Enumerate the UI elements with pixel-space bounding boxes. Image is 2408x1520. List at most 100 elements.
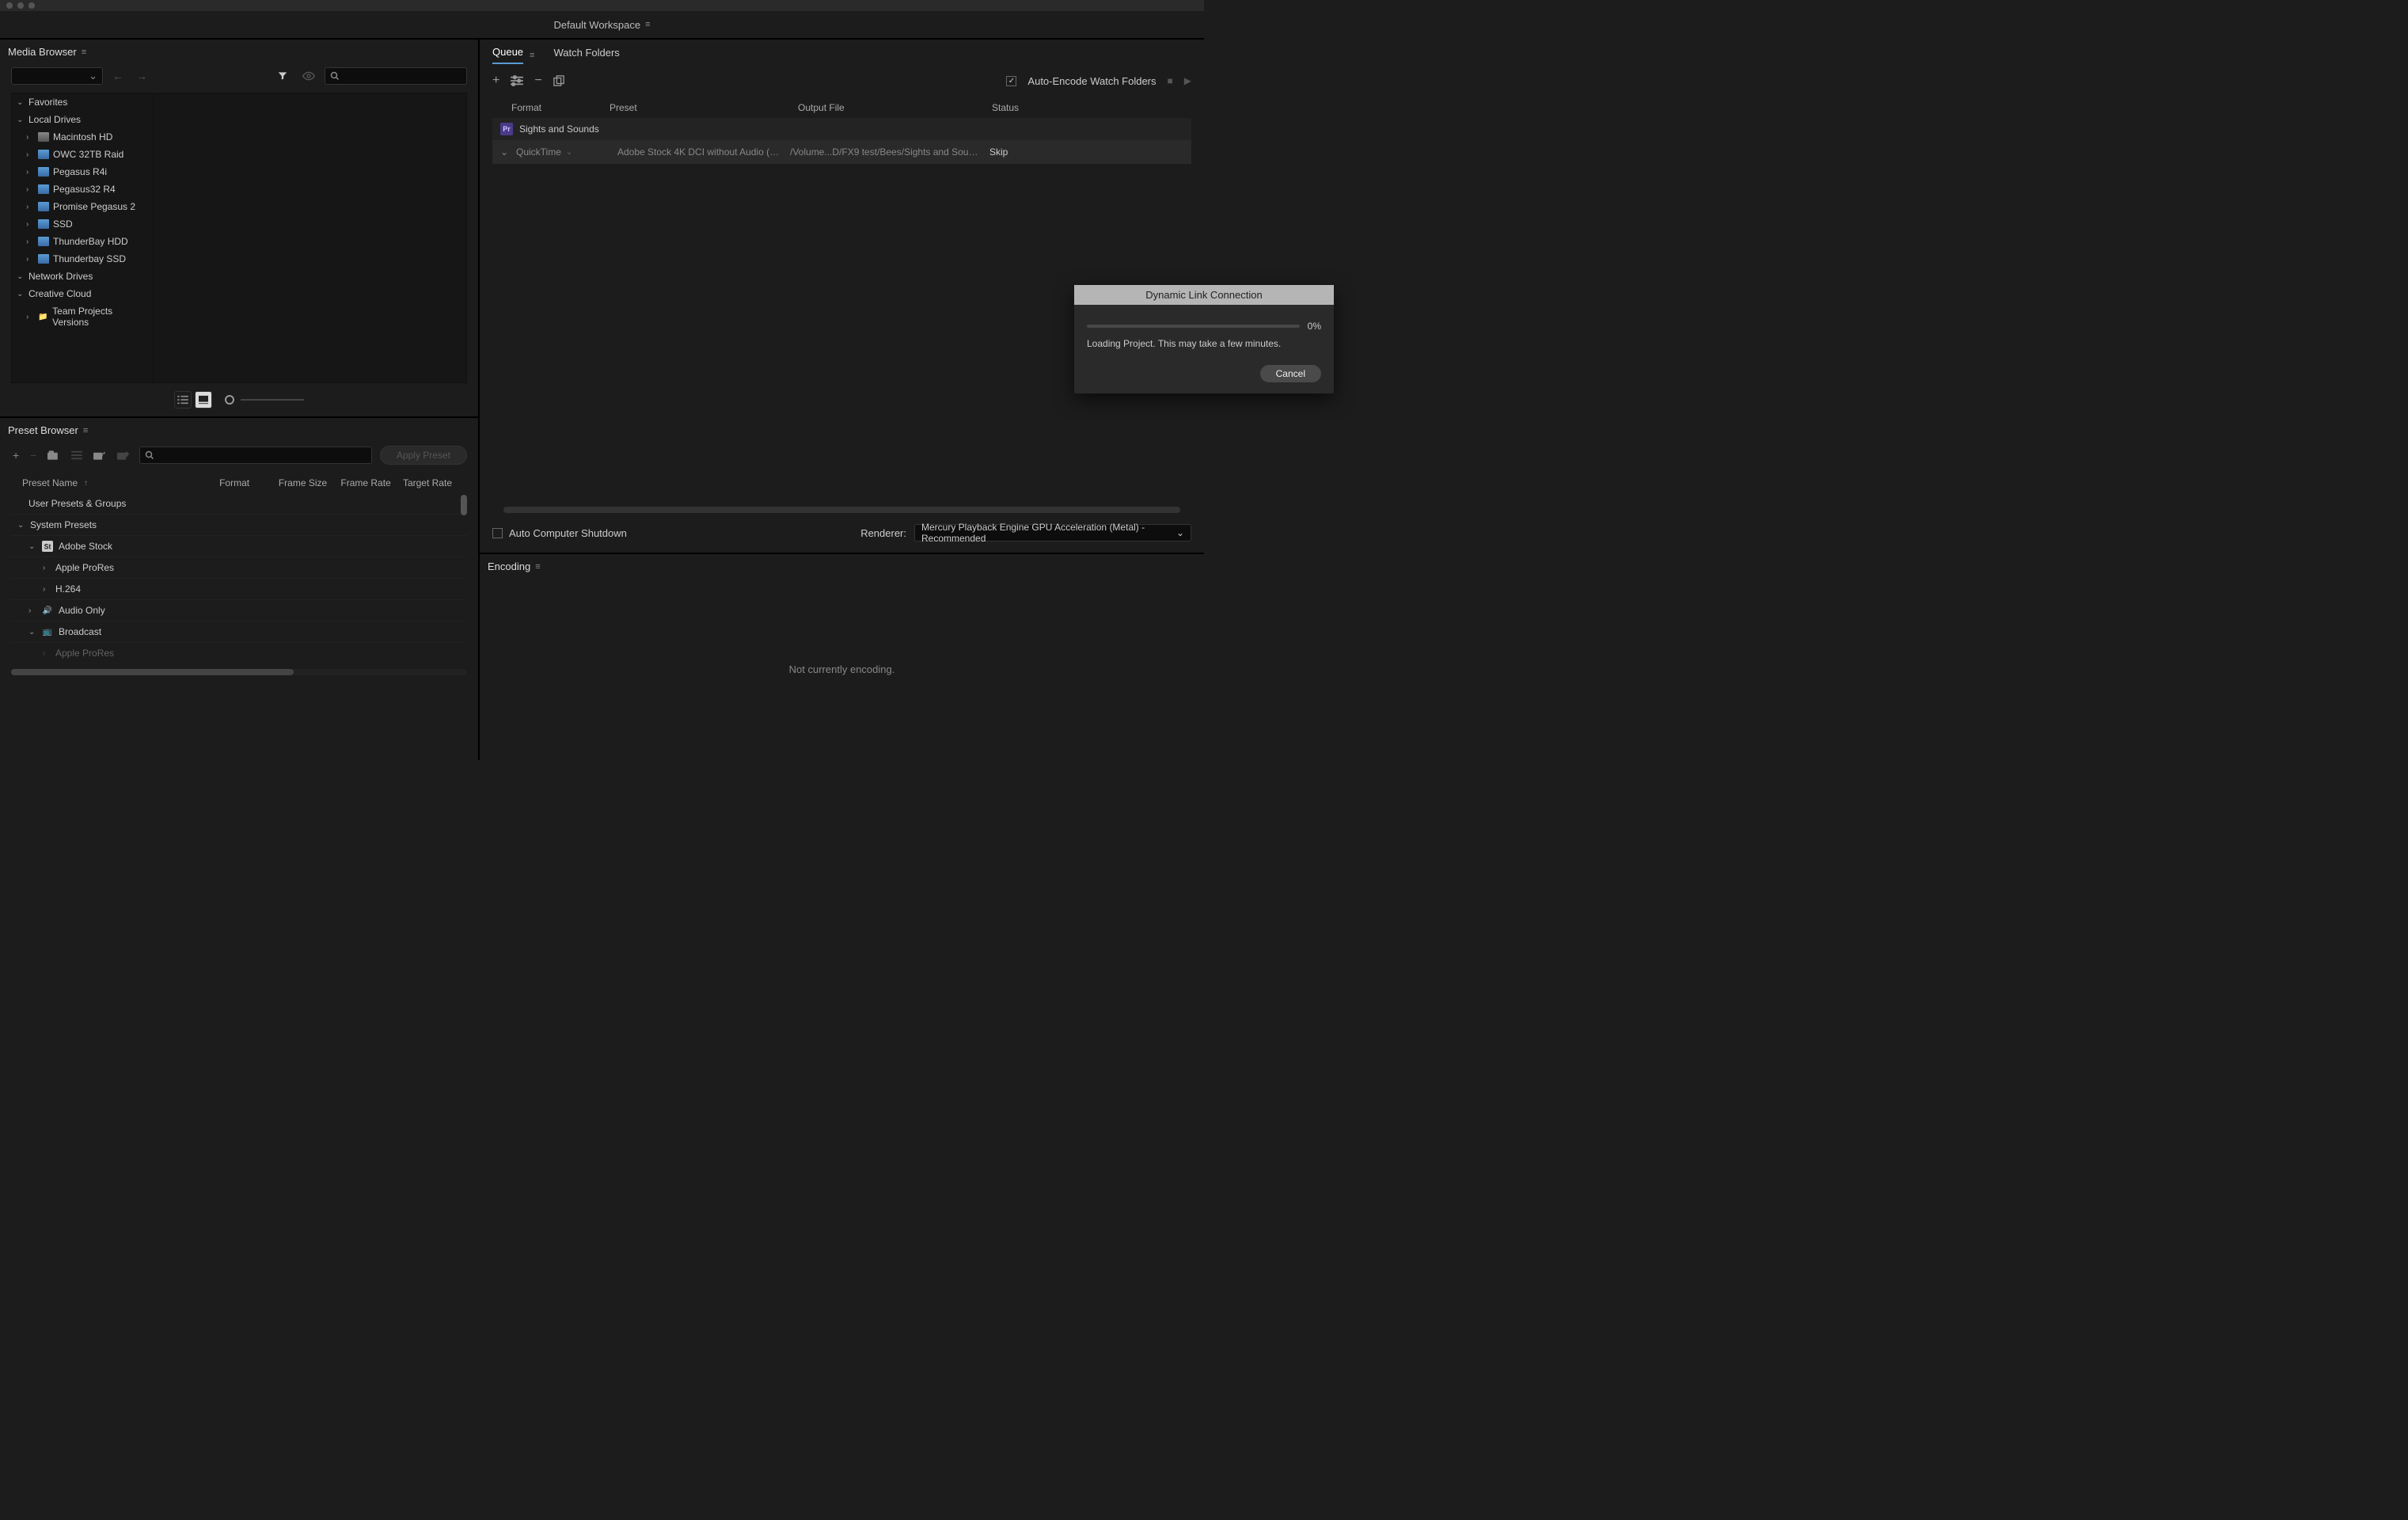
col-frame-rate[interactable]: Frame Rate <box>340 477 403 488</box>
col-format[interactable]: Format <box>219 477 279 488</box>
cancel-button[interactable]: Cancel <box>1260 365 1321 382</box>
preset-label: Broadcast <box>59 626 101 637</box>
preset-row-adobe-stock[interactable]: ⌄StAdobe Stock <box>11 536 467 557</box>
drive-icon <box>38 184 49 194</box>
preset-browser-title: Preset Browser <box>8 424 78 436</box>
renderer-dropdown[interactable]: Mercury Playback Engine GPU Acceleration… <box>914 524 1191 542</box>
tree-local-drives[interactable]: ⌄Local Drives <box>12 111 153 128</box>
queue-item-format: QuickTime <box>516 146 561 158</box>
preset-horizontal-scrollbar[interactable] <box>11 669 467 675</box>
preset-search-input[interactable] <box>139 446 372 464</box>
preset-browser-menu-icon[interactable]: ≡ <box>83 426 88 435</box>
preset-row-system[interactable]: ⌄System Presets <box>11 515 467 536</box>
workspace-menu-icon[interactable]: ≡ <box>645 20 650 29</box>
nav-forward-icon[interactable]: → <box>133 70 150 82</box>
preset-settings-icon[interactable] <box>70 450 84 460</box>
zoom-slider[interactable] <box>225 395 304 405</box>
maximize-window-icon[interactable] <box>28 2 35 9</box>
remove-button[interactable]: − <box>534 74 541 88</box>
queue-horizontal-scrollbar[interactable] <box>503 507 1180 513</box>
preset-label: Adobe Stock <box>59 541 112 552</box>
auto-encode-checkbox[interactable] <box>1006 76 1016 86</box>
minimize-window-icon[interactable] <box>17 2 24 9</box>
tree-label: Pegasus R4i <box>53 166 107 177</box>
media-browser-panel: Media Browser ≡ ⌄ ← → <box>0 40 478 418</box>
tree-label: Macintosh HD <box>53 131 112 142</box>
queue-settings-icon[interactable] <box>511 75 523 86</box>
tree-drive-item[interactable]: ›Macintosh HD <box>12 128 153 146</box>
media-browser-search-input[interactable] <box>325 67 467 85</box>
tab-watch-folders[interactable]: Watch Folders <box>553 47 619 63</box>
duplicate-button[interactable] <box>553 75 564 86</box>
preset-row-apple-prores[interactable]: ›Apple ProRes <box>11 557 467 579</box>
close-window-icon[interactable] <box>6 2 13 9</box>
preset-row-apple-prores-2[interactable]: ›Apple ProRes <box>11 643 467 664</box>
renderer-value: Mercury Playback Engine GPU Acceleration… <box>921 522 1176 544</box>
queue-item[interactable]: ⌄ QuickTime ⌄ Adobe Stock 4K DCI without … <box>492 140 1191 164</box>
progress-percent: 0% <box>1308 321 1321 332</box>
tree-drive-item[interactable]: ›Thunderbay SSD <box>12 250 153 268</box>
tree-network-drives[interactable]: ⌄Network Drives <box>12 268 153 285</box>
tree-drive-item[interactable]: ›Promise Pegasus 2 <box>12 198 153 215</box>
tree-drive-item[interactable]: ›SSD <box>12 215 153 233</box>
queue-item-caret-icon[interactable]: ⌄ <box>500 146 510 158</box>
queue-group[interactable]: Pr Sights and Sounds ⌄ QuickTime⌄ Adobe … <box>492 118 1191 164</box>
queue-tab-menu-icon[interactable]: ≡ <box>530 51 534 60</box>
add-preset-button[interactable]: + <box>11 449 21 462</box>
col-preset-name[interactable]: Preset Name <box>22 477 78 488</box>
col-frame-size[interactable]: Frame Size <box>279 477 341 488</box>
preset-label: H.264 <box>55 583 81 595</box>
queue-item-output[interactable]: /Volume...D/FX9 test/Bees/Sights and Sou… <box>790 146 983 158</box>
tree-label: OWC 32TB Raid <box>53 149 123 160</box>
filter-icon[interactable] <box>272 70 293 82</box>
format-dropdown-icon[interactable]: ⌄ <box>566 148 572 157</box>
tab-queue[interactable]: Queue <box>492 46 523 64</box>
queue-item-preset[interactable]: Adobe Stock 4K DCI without Audio (Apple … <box>617 146 784 158</box>
drive-icon <box>38 167 49 177</box>
preset-label: Apple ProRes <box>55 562 114 573</box>
list-view-button[interactable] <box>174 391 192 408</box>
preset-scrollbar[interactable] <box>461 495 467 515</box>
visibility-icon[interactable] <box>299 71 318 81</box>
drive-icon <box>38 254 49 264</box>
tree-drive-item[interactable]: ›Pegasus R4i <box>12 163 153 180</box>
tree-creative-cloud[interactable]: ⌄Creative Cloud <box>12 285 153 302</box>
stop-queue-icon[interactable]: ■ <box>1168 75 1173 86</box>
zoom-knob-icon[interactable] <box>225 395 234 405</box>
col-preset: Preset <box>610 102 798 113</box>
encoding-menu-icon[interactable]: ≡ <box>535 562 540 572</box>
media-browser-preview <box>154 93 467 383</box>
workspace-label[interactable]: Default Workspace <box>553 19 640 31</box>
preset-new-group-icon[interactable] <box>46 450 62 460</box>
preset-row-audio-only[interactable]: ›🔊Audio Only <box>11 600 467 621</box>
preset-row-broadcast[interactable]: ⌄📺Broadcast <box>11 621 467 643</box>
tree-drive-item[interactable]: ›ThunderBay HDD <box>12 233 153 250</box>
premiere-badge-icon: Pr <box>500 123 513 135</box>
nav-back-icon[interactable]: ← <box>109 70 127 82</box>
chevron-down-icon: ⌄ <box>1176 527 1184 538</box>
tree-favorites[interactable]: ⌄Favorites <box>12 93 153 111</box>
preset-row-user[interactable]: User Presets & Groups <box>11 493 467 515</box>
tree-label: Team Projects Versions <box>52 306 148 328</box>
thumbnail-view-button[interactable] <box>195 391 212 408</box>
media-browser-path-dropdown[interactable]: ⌄ <box>11 67 103 85</box>
media-browser-menu-icon[interactable]: ≡ <box>82 48 86 57</box>
media-browser-title: Media Browser <box>8 46 77 58</box>
preset-export-icon[interactable] <box>116 450 131 460</box>
apply-preset-button[interactable]: Apply Preset <box>380 446 467 465</box>
tree-label: Favorites <box>28 97 67 108</box>
modal-title: Dynamic Link Connection <box>1074 285 1334 305</box>
broadcast-icon: 📺 <box>41 626 54 637</box>
remove-preset-button[interactable]: − <box>28 449 38 462</box>
col-target-rate[interactable]: Target Rate <box>403 477 456 488</box>
auto-shutdown-checkbox[interactable] <box>492 528 503 538</box>
tree-team-projects[interactable]: ›📁Team Projects Versions <box>12 302 153 331</box>
queue-item-status: Skip <box>989 146 1008 158</box>
tree-drive-item[interactable]: ›OWC 32TB Raid <box>12 146 153 163</box>
preset-import-icon[interactable] <box>92 450 108 460</box>
tree-drive-item[interactable]: ›Pegasus32 R4 <box>12 180 153 198</box>
add-source-button[interactable]: + <box>492 74 499 88</box>
start-queue-icon[interactable]: ▶ <box>1184 75 1191 86</box>
renderer-label: Renderer: <box>860 527 906 539</box>
preset-row-h264[interactable]: ›H.264 <box>11 579 467 600</box>
